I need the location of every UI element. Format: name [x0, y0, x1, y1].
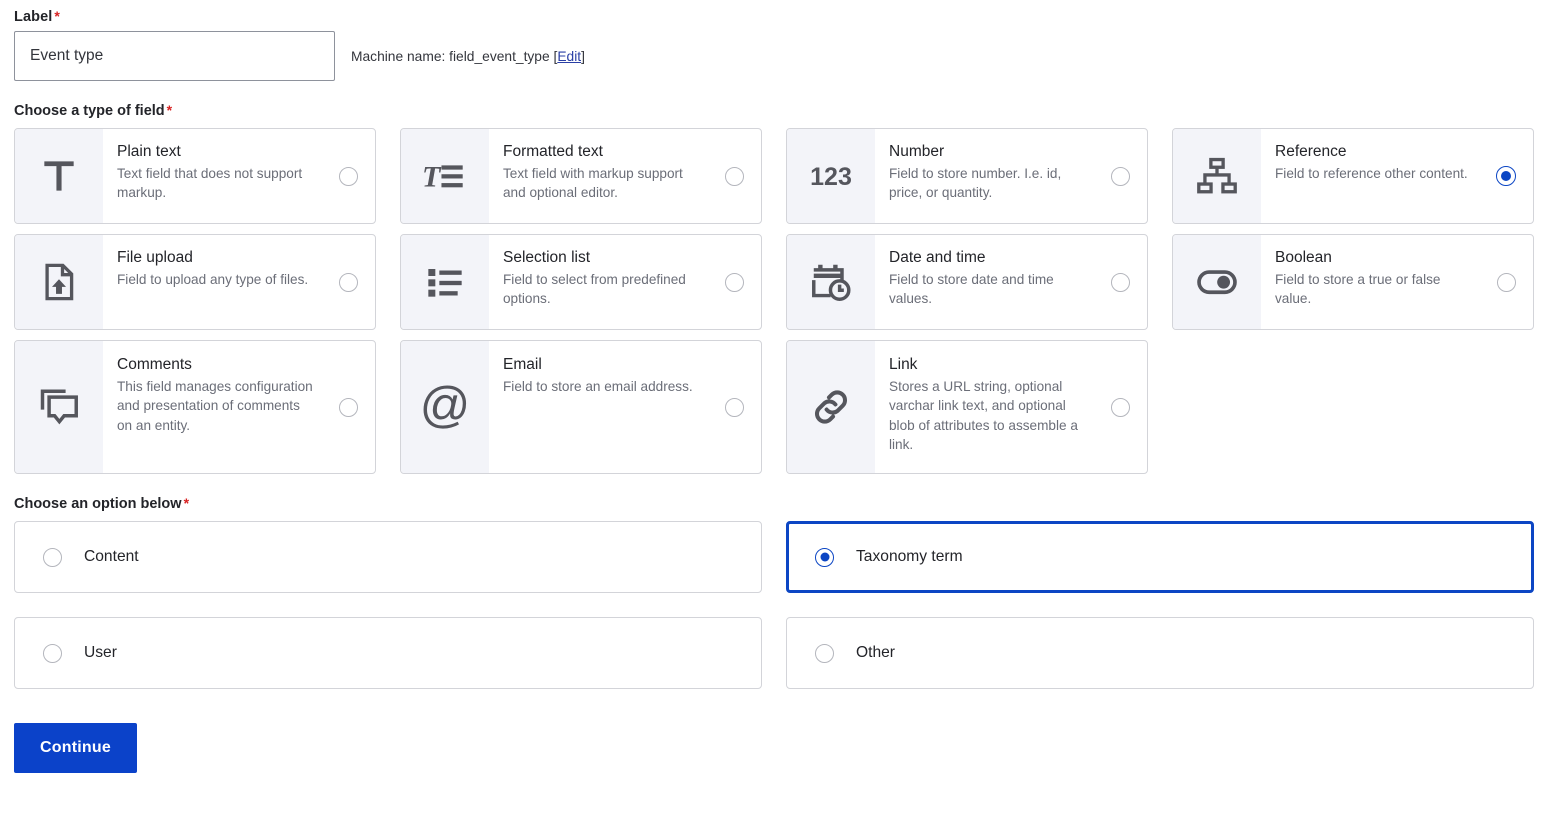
option-label: User	[84, 644, 117, 661]
card-title: Plain text	[117, 143, 181, 160]
card-description: Field to store a true or false value.	[1275, 271, 1441, 307]
card-description: Field to store an email address.	[503, 378, 693, 394]
option-radio-user[interactable]	[43, 643, 62, 663]
card-description: Stores a URL string, optional varchar li…	[889, 378, 1078, 452]
option-card-taxonomy-term[interactable]: Taxonomy term	[786, 521, 1534, 593]
card-title: Comments	[117, 356, 192, 373]
required-asterisk: *	[183, 495, 190, 511]
option-section-heading: Choose an option below *	[14, 495, 1533, 512]
field-type-card-boolean[interactable]: Boolean Field to store a true or false v…	[1172, 234, 1534, 330]
option-label: Taxonomy term	[856, 548, 963, 565]
field-type-radio-comments[interactable]	[321, 341, 375, 473]
reference-hierarchy-icon	[1173, 129, 1261, 223]
number-icon: 123	[787, 129, 875, 223]
field-type-radio-date-and-time[interactable]	[1093, 235, 1147, 329]
field-type-radio-plain-text[interactable]	[321, 129, 375, 223]
field-type-card-comments[interactable]: Comments This field manages configuratio…	[14, 340, 376, 474]
field-type-radio-email[interactable]	[707, 341, 761, 473]
card-title: Number	[889, 143, 945, 160]
card-title: Formatted text	[503, 143, 603, 160]
card-description: Text field with markup support and optio…	[503, 165, 683, 201]
field-type-radio-link[interactable]	[1093, 341, 1147, 473]
card-title: Selection list	[503, 249, 591, 266]
card-description: Text field that does not support markup.	[117, 165, 303, 201]
comments-icon	[15, 341, 103, 473]
machine-name-edit-link[interactable]: Edit	[557, 49, 581, 64]
card-description: Field to upload any type of files.	[117, 271, 309, 287]
card-description: Field to select from predefined options.	[503, 271, 686, 307]
option-heading-text: Choose an option below	[14, 496, 182, 512]
field-type-card-email[interactable]: @ Email Field to store an email address.	[400, 340, 762, 474]
option-card-user[interactable]: User	[14, 617, 762, 689]
field-type-radio-reference[interactable]	[1479, 129, 1533, 223]
field-type-card-file-upload[interactable]: File upload Field to upload any type of …	[14, 234, 376, 330]
field-type-radio-selection-list[interactable]	[707, 235, 761, 329]
calendar-clock-icon	[787, 235, 875, 329]
field-type-card-plain-text[interactable]: Plain text Text field that does not supp…	[14, 128, 376, 224]
field-type-section-heading: Choose a type of field *	[14, 102, 1533, 119]
machine-name-suffix: ]	[581, 48, 585, 64]
at-sign-icon: @	[401, 341, 489, 473]
toggle-icon	[1173, 235, 1261, 329]
card-title: Link	[889, 356, 918, 373]
field-creation-form: Label* Machine name: field_event_type [E…	[0, 0, 1547, 773]
label-input[interactable]	[14, 31, 335, 81]
required-asterisk: *	[54, 8, 60, 24]
card-title: Date and time	[889, 249, 986, 266]
field-type-card-date-and-time[interactable]: Date and time Field to store date and ti…	[786, 234, 1148, 330]
field-type-card-number[interactable]: 123 Number Field to store number. I.e. i…	[786, 128, 1148, 224]
card-title: Boolean	[1275, 249, 1332, 266]
card-title: Email	[503, 356, 542, 373]
option-radio-content[interactable]	[43, 547, 62, 567]
selection-list-icon	[401, 235, 489, 329]
svg-text:123: 123	[810, 163, 852, 191]
label-field-heading-text: Label	[14, 9, 53, 25]
card-title: File upload	[117, 249, 193, 266]
card-description: Field to store date and time values.	[889, 271, 1054, 307]
formatted-text-icon: T	[401, 129, 489, 223]
field-type-radio-formatted-text[interactable]	[707, 129, 761, 223]
option-radio-taxonomy-term[interactable]	[815, 547, 834, 567]
option-label: Other	[856, 644, 895, 661]
field-type-radio-file-upload[interactable]	[321, 235, 375, 329]
svg-text:T: T	[422, 160, 442, 194]
label-field-heading: Label *	[14, 8, 1533, 25]
field-type-radio-boolean[interactable]	[1479, 235, 1533, 329]
field-type-card-link[interactable]: Link Stores a URL string, optional varch…	[786, 340, 1148, 474]
card-description: Field to reference other content.	[1275, 165, 1468, 181]
plain-text-icon	[15, 129, 103, 223]
file-upload-icon	[15, 235, 103, 329]
field-type-grid: Plain text Text field that does not supp…	[14, 128, 1534, 474]
field-type-card-formatted-text[interactable]: T Formatted text Text field with markup …	[400, 128, 762, 224]
option-label: Content	[84, 548, 139, 565]
option-radio-other[interactable]	[815, 643, 834, 663]
label-row: Machine name: field_event_type [Edit]	[14, 31, 1533, 81]
option-card-other[interactable]: Other	[786, 617, 1534, 689]
form-actions: Continue	[14, 723, 1533, 773]
card-description: This field manages configuration and pre…	[117, 378, 313, 433]
link-chain-icon	[787, 341, 875, 473]
field-type-card-reference[interactable]: Reference Field to reference other conte…	[1172, 128, 1534, 224]
machine-name-prefix: Machine name: field_event_type [	[351, 48, 558, 64]
field-type-heading-text: Choose a type of field	[14, 103, 165, 119]
option-card-content[interactable]: Content	[14, 521, 762, 593]
svg-text:@: @	[421, 383, 469, 431]
card-description: Field to store number. I.e. id, price, o…	[889, 165, 1062, 201]
machine-name-text: Machine name: field_event_type [Edit]	[351, 49, 585, 64]
field-type-radio-number[interactable]	[1093, 129, 1147, 223]
option-grid: Content Taxonomy term User Other	[14, 521, 1534, 689]
required-asterisk: *	[166, 102, 173, 118]
continue-button[interactable]: Continue	[14, 723, 137, 773]
field-type-card-selection-list[interactable]: Selection list Field to select from pred…	[400, 234, 762, 330]
card-title: Reference	[1275, 143, 1347, 160]
